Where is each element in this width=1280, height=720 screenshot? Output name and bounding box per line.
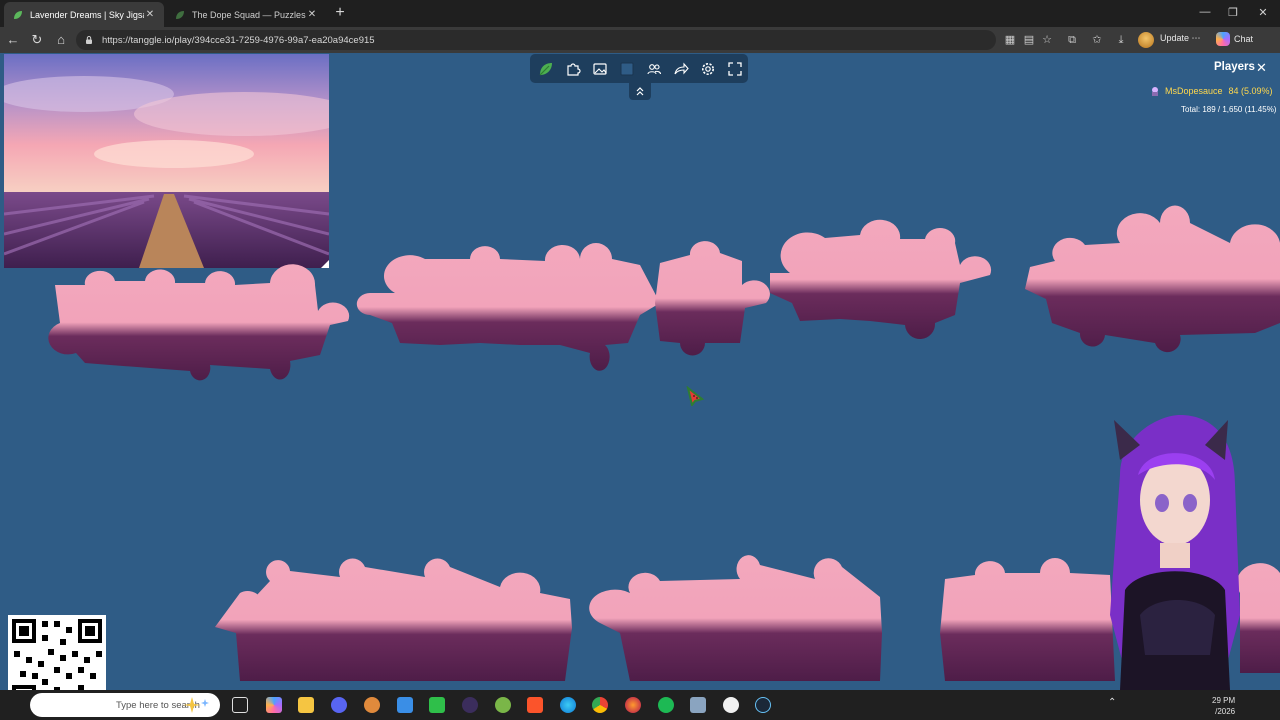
tab-dope-squad[interactable]: The Dope Squad — Puzzles ✕ [166, 2, 326, 27]
discord-icon[interactable] [331, 697, 347, 713]
file-explorer-icon[interactable] [298, 697, 314, 713]
qr-code [8, 615, 106, 690]
tab-lavender-dreams[interactable]: Lavender Dreams | Sky Jigsaw ✕ [4, 2, 164, 27]
update-button[interactable]: Update ⋯ [1160, 33, 1201, 44]
xbox-icon[interactable] [495, 697, 511, 713]
downloads-icon[interactable]: ⤓ [1114, 33, 1128, 47]
tray-expand-icon[interactable]: ⌃ [1108, 697, 1116, 708]
firefox-icon[interactable] [625, 697, 641, 713]
minimize-icon[interactable]: — [1196, 6, 1214, 18]
apps-icon[interactable]: ▦ [1003, 33, 1017, 47]
search-highlight-icon [183, 697, 209, 713]
puzzle-piece-group[interactable] [48, 264, 350, 381]
vtuber-avatar [1110, 415, 1240, 690]
chat-label: Chat [1234, 34, 1254, 44]
back-icon[interactable]: ← [5, 32, 21, 48]
chat-button[interactable]: Chat [1216, 32, 1253, 46]
puzzle-piece-group[interactable] [215, 558, 572, 681]
url-text: https://tanggle.io/play/394cce31-7259-49… [102, 34, 375, 46]
spotify-icon[interactable] [658, 697, 674, 713]
steam-client-icon[interactable] [755, 697, 771, 713]
refresh-icon[interactable]: ↻ [29, 32, 45, 48]
tab-close-icon[interactable]: ✕ [144, 9, 156, 20]
home-icon[interactable]: ⌂ [53, 32, 69, 48]
favorites-icon[interactable]: ✩ [1090, 33, 1104, 47]
vtube-icon[interactable] [462, 697, 478, 713]
edge-icon[interactable] [560, 697, 576, 713]
photos-icon[interactable] [690, 697, 706, 713]
browser-tab-bar: Lavender Dreams | Sky Jigsaw ✕ The Dope … [0, 0, 1280, 27]
puzzle-piece-group[interactable] [655, 241, 770, 356]
puzzle-piece-group[interactable] [589, 555, 882, 681]
copilot-icon[interactable] [266, 697, 282, 713]
favorite-star-icon[interactable]: ☆ [1040, 33, 1054, 47]
extensions-icon[interactable]: ⧉ [1065, 33, 1079, 47]
kde-icon[interactable] [397, 697, 413, 713]
puzzle-piece-group[interactable] [770, 219, 992, 340]
task-view-icon[interactable] [232, 697, 248, 713]
windows-taskbar: Type here to search ⌃ 29 PM /2026 [0, 690, 1280, 720]
taskbar-search-box[interactable]: Type here to search [30, 693, 220, 717]
puzzle-pieces-layer [48, 205, 1280, 681]
h-app-icon[interactable] [429, 697, 445, 713]
tanggle-favicon-icon [12, 9, 24, 21]
clock-time: 29 PM [1212, 696, 1236, 705]
clock-date: /2026 [1215, 707, 1236, 716]
window-close-icon[interactable]: ✕ [1254, 6, 1272, 19]
watermelon-cursor-icon [686, 386, 704, 406]
lock-icon [86, 36, 92, 44]
steam-icon[interactable] [723, 697, 739, 713]
puzzle-piece-group[interactable] [1025, 205, 1280, 353]
tab-title: Lavender Dreams | Sky Jigsaw [30, 9, 144, 20]
obs-icon[interactable] [364, 697, 380, 713]
new-tab-icon[interactable]: + [332, 5, 348, 21]
tab-title: The Dope Squad — Puzzles [192, 9, 306, 20]
puzzle-piece-group[interactable] [356, 243, 660, 371]
puzzle-canvas[interactable]: Players ✕ MsDopesauce 84 (5.09%) Total: … [0, 53, 1280, 690]
reader-icon[interactable]: ▤ [1022, 33, 1036, 47]
url-field[interactable]: https://tanggle.io/play/394cce31-7259-49… [76, 30, 996, 50]
taskbar-clock[interactable]: 29 PM /2026 [1212, 695, 1235, 717]
chrome-icon[interactable] [592, 697, 608, 713]
tab-close-icon[interactable]: ✕ [306, 9, 318, 20]
brave-icon[interactable] [527, 697, 543, 713]
restore-icon[interactable]: ❐ [1224, 6, 1242, 19]
tanggle-favicon-icon [174, 9, 186, 21]
profile-avatar[interactable] [1138, 32, 1154, 48]
address-bar-row: ← ↻ ⌂ https://tanggle.io/play/394cce31-7… [0, 27, 1280, 53]
copilot-icon [1216, 32, 1230, 46]
